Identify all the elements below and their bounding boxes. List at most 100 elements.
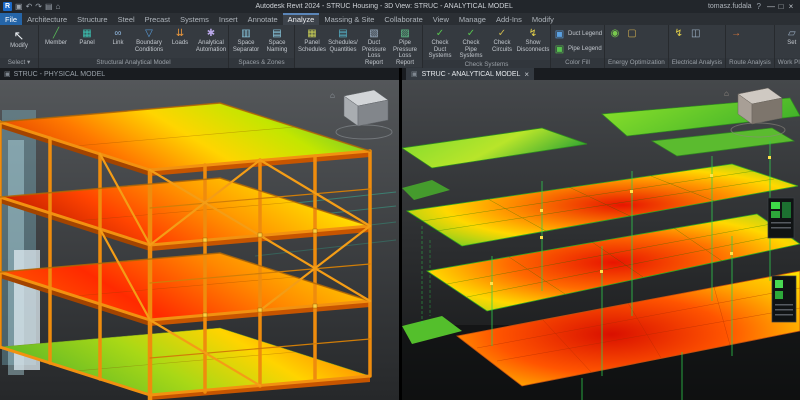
check-pipe-icon: ✓ (465, 27, 478, 40)
panel-schedules-button[interactable]: ▦Panel Schedules (297, 27, 327, 53)
button-label: Duct Legend (568, 31, 602, 38)
tab-systems[interactable]: Systems (175, 13, 214, 25)
check-pipe-systems-button[interactable]: ✓Check Pipe Systems (456, 27, 486, 60)
print-icon[interactable]: ▤ (45, 2, 53, 11)
button-label: Space Naming (262, 40, 292, 53)
tab-collaborate[interactable]: Collaborate (379, 13, 427, 25)
panel-label: Route Analysis (726, 58, 774, 68)
tab-steel[interactable]: Steel (113, 13, 140, 25)
show-disconnects-icon: ↯ (527, 27, 540, 40)
link-button[interactable]: ∞Link (103, 27, 133, 47)
tab-structure[interactable]: Structure (72, 13, 112, 25)
close-view-icon[interactable]: × (524, 70, 529, 79)
tab-precast[interactable]: Precast (140, 13, 175, 25)
set-button[interactable]: ▱Set (777, 27, 800, 47)
member-icon: ╱ (50, 27, 63, 40)
quick-access-toolbar: R ▣↶↷▤⌂ (0, 2, 60, 11)
redo-icon[interactable]: ↷ (35, 2, 42, 11)
undo-icon[interactable]: ↶ (26, 2, 33, 11)
tab-analyze[interactable]: Analyze (283, 13, 320, 25)
tab-manage[interactable]: Manage (454, 13, 491, 25)
show-disconnects-button[interactable]: ↯Show Disconnects (518, 27, 548, 53)
ribbon-panel-work-plane: ▱Set Work Plane (775, 25, 800, 68)
duct-legend-icon: ▣ (553, 28, 566, 41)
space-naming-icon: ▤ (271, 27, 284, 40)
energy-settings-icon: ◉ (609, 27, 622, 40)
member-button[interactable]: ╱Member (41, 27, 71, 47)
help-icon[interactable]: ? (757, 2, 761, 11)
panel-button[interactable]: ▦Panel (72, 27, 102, 47)
modify-button[interactable]: ↖Modify (2, 27, 36, 50)
button-label: Boundary Conditions (134, 40, 164, 53)
schedules-quantities-button[interactable]: ▤Schedules/ Quantities (328, 27, 358, 53)
quick-access-icons[interactable]: ▣↶↷▤⌂ (15, 2, 60, 11)
button-label: Check Circuits (487, 40, 517, 53)
panel-label: Work Plane (775, 58, 800, 68)
panel-label: Electrical Analysis (669, 58, 725, 68)
panel-label: Color Fill (551, 58, 604, 68)
route-icon-button[interactable]: → (728, 27, 744, 40)
tab-annotate[interactable]: Annotate (243, 13, 283, 25)
button-label: Schedules/ Quantities (328, 40, 358, 53)
energy-settings-icon-button[interactable]: ◉ (607, 27, 623, 40)
close-button[interactable]: × (786, 2, 796, 11)
ribbon-panels: ↖Modify Select ▾ ╱Member▦Panel∞Link▽Bounda… (0, 25, 800, 68)
maximize-button[interactable]: □ (776, 2, 786, 11)
duct-legend-button[interactable]: ▣Duct Legend (553, 28, 602, 41)
signed-in-user[interactable]: tomasz.fudala (708, 3, 752, 10)
viewport-physical-model: ▣ STRUC - PHYSICAL MODEL (0, 68, 399, 400)
ribbon-panel-route-analysis: → Route Analysis (726, 25, 775, 68)
panel-label: Energy Optimization (605, 58, 668, 68)
tab-modify[interactable]: Modify (527, 13, 559, 25)
space-naming-button[interactable]: ▤Space Naming (262, 27, 292, 53)
circuits-icon-button[interactable]: ◫ (688, 27, 704, 40)
electrical-icon-button[interactable]: ↯ (671, 27, 687, 40)
check-circuits-icon: ✓ (496, 27, 509, 40)
analytical-automation-button[interactable]: ✱Analytical Automation (196, 27, 226, 53)
viewport-left-titlebar[interactable]: ▣ STRUC - PHYSICAL MODEL (0, 68, 399, 80)
minimize-button[interactable]: — (766, 2, 776, 11)
electrical-icon: ↯ (672, 27, 685, 40)
panel-label: Reports & Schedules (295, 67, 422, 68)
tab-insert[interactable]: Insert (214, 13, 243, 25)
circuits-icon: ◫ (689, 27, 702, 40)
energy-model-icon-button[interactable]: ▢ (624, 27, 640, 40)
ribbon-panel-color-fill: ▣Duct Legend ▣Pipe Legend Color Fill (551, 25, 605, 68)
analytical-automation-icon: ✱ (205, 27, 218, 40)
tab-massing-site[interactable]: Massing & Site (319, 13, 379, 25)
viewport-right-title: STRUC - ANALYTICAL MODEL (422, 71, 521, 78)
loads-button[interactable]: ⇊Loads (165, 27, 195, 47)
revit-logo[interactable]: R (3, 2, 12, 11)
boundary-conditions-button[interactable]: ▽Boundary Conditions (134, 27, 164, 53)
viewport-right-tab[interactable]: ▣ STRUC - ANALYTICAL MODEL × (406, 68, 534, 80)
schedules-quantities-icon: ▤ (337, 27, 350, 40)
ribbon-tabs: FileArchitectureStructureSteelPrecastSys… (0, 13, 800, 25)
link-icon: ∞ (112, 27, 125, 40)
ribbon-panel-reports-schedules: ▦Panel Schedules▤Schedules/ Quantities▧D… (295, 25, 423, 68)
tab-file[interactable]: File (0, 13, 22, 25)
button-label: Check Duct Systems (425, 40, 455, 60)
save-icon[interactable]: ▣ (15, 2, 23, 11)
analytical-model-canvas[interactable]: ⌂ (402, 80, 800, 400)
check-duct-systems-button[interactable]: ✓Check Duct Systems (425, 27, 455, 60)
tab-architecture[interactable]: Architecture (22, 13, 72, 25)
duct-pressure-loss-report-button[interactable]: ▧Duct Pressure Loss Report (359, 27, 389, 67)
workplane-set-icon: ▱ (785, 27, 798, 40)
space-separator-button[interactable]: ▥Space Separator (231, 27, 261, 53)
pipe-pressure-loss-report-button[interactable]: ▨Pipe Pressure Loss Report (390, 27, 420, 67)
button-label: Check Pipe Systems (456, 40, 486, 60)
view-area: ▣ STRUC - PHYSICAL MODEL (0, 68, 800, 400)
tab-view[interactable]: View (428, 13, 454, 25)
viewport-analytical-model: ▣ STRUC - ANALYTICAL MODEL × (402, 68, 800, 400)
physical-model-canvas[interactable]: ⌂ (0, 80, 399, 400)
window-controls[interactable]: —□× (766, 2, 796, 11)
check-circuits-button[interactable]: ✓Check Circuits (487, 27, 517, 53)
ribbon-panel-energy-optimization: ◉▢ Energy Optimization (605, 25, 669, 68)
button-label: Pipe Pressure Loss Report (390, 40, 420, 67)
check-duct-icon: ✓ (434, 27, 447, 40)
tab-add-ins[interactable]: Add-Ins (491, 13, 527, 25)
pipe-pressure-icon: ▨ (399, 27, 412, 40)
panel-label: Select ▾ (0, 58, 38, 68)
view-3d-icon: ▣ (4, 70, 11, 78)
pipe-legend-button[interactable]: ▣Pipe Legend (553, 43, 602, 56)
